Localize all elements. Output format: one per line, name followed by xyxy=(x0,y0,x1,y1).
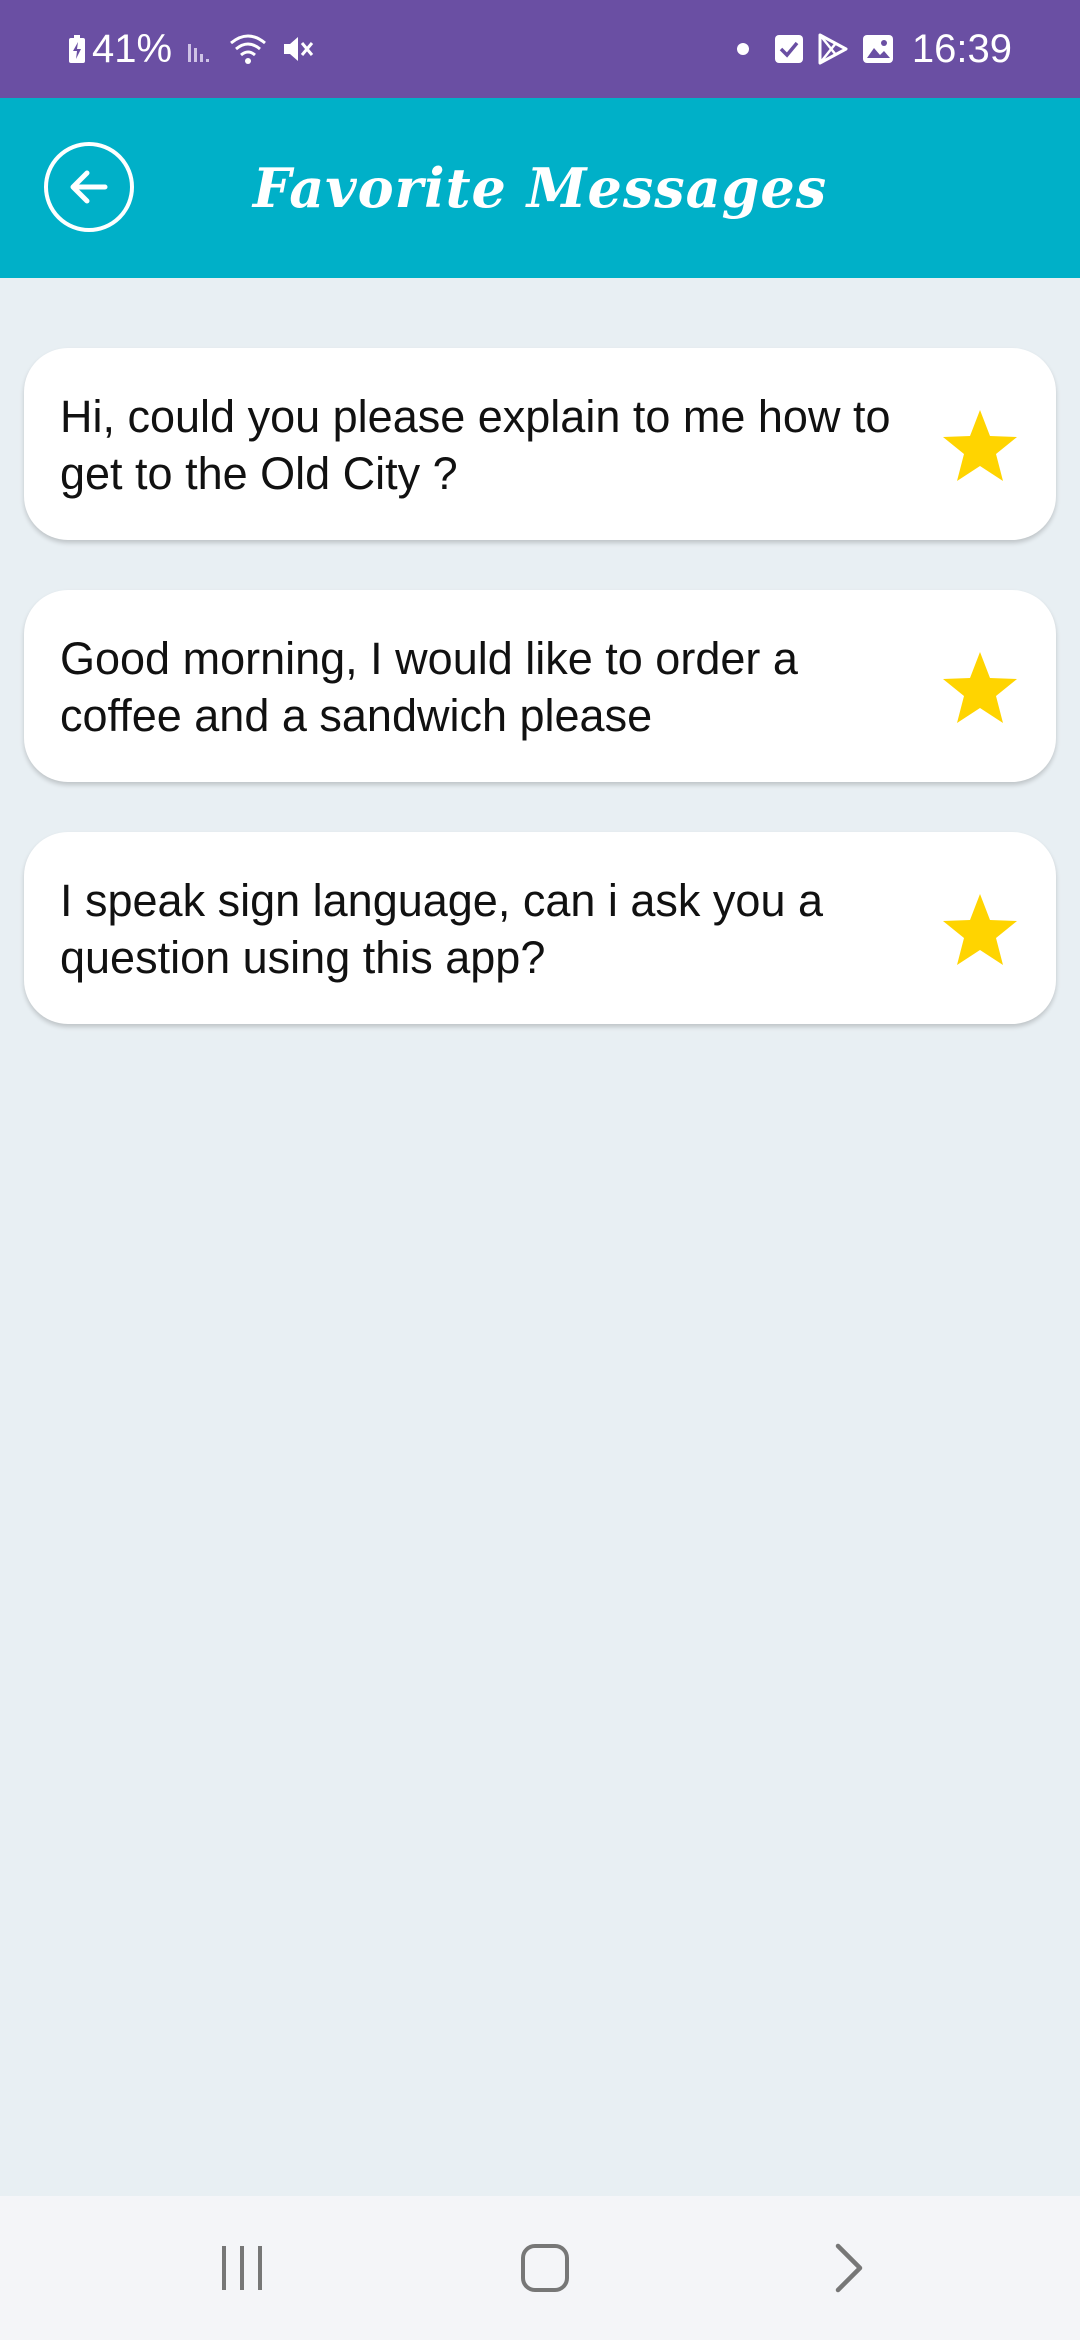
wifi-icon xyxy=(228,33,268,65)
battery-percent: 41% xyxy=(92,26,173,71)
battery-icon xyxy=(68,34,86,64)
home-icon xyxy=(519,2242,571,2294)
clock: 16:39 xyxy=(911,26,1012,71)
star-icon[interactable] xyxy=(940,890,1020,970)
message-card[interactable]: I speak sign language, can i ask you a q… xyxy=(24,832,1056,1024)
favorite-messages-list: Hi, could you please explain to me how t… xyxy=(24,348,1056,1074)
message-text: I speak sign language, can i ask you a q… xyxy=(60,875,824,983)
star-icon[interactable] xyxy=(940,406,1020,486)
app-bar: Favorite Messages xyxy=(0,98,1080,278)
navigation-bar xyxy=(0,2196,1080,2340)
back-chevron-icon xyxy=(828,2240,868,2296)
message-text: Hi, could you please explain to me how t… xyxy=(60,391,891,499)
status-bar-right: 16:39 xyxy=(730,0,1012,98)
signal-icon xyxy=(186,34,216,64)
recents-icon xyxy=(216,2242,268,2294)
message-card[interactable]: Hi, could you please explain to me how t… xyxy=(24,348,1056,540)
status-bar: 41% 16:39 xyxy=(0,0,1080,98)
dot-icon xyxy=(736,42,750,56)
star-icon[interactable] xyxy=(940,648,1020,728)
home-button[interactable] xyxy=(475,2196,615,2340)
mute-icon xyxy=(280,33,314,65)
message-text: Good morning, I would like to order a co… xyxy=(60,633,798,741)
status-bar-left: 41% xyxy=(62,0,320,98)
gallery-icon xyxy=(862,34,894,64)
checkbox-icon xyxy=(774,34,804,64)
back-nav-button[interactable] xyxy=(778,2196,918,2340)
message-card[interactable]: Good morning, I would like to order a co… xyxy=(24,590,1056,782)
recents-button[interactable] xyxy=(172,2196,312,2340)
play-store-icon xyxy=(816,32,850,66)
page-title: Favorite Messages xyxy=(252,156,828,220)
